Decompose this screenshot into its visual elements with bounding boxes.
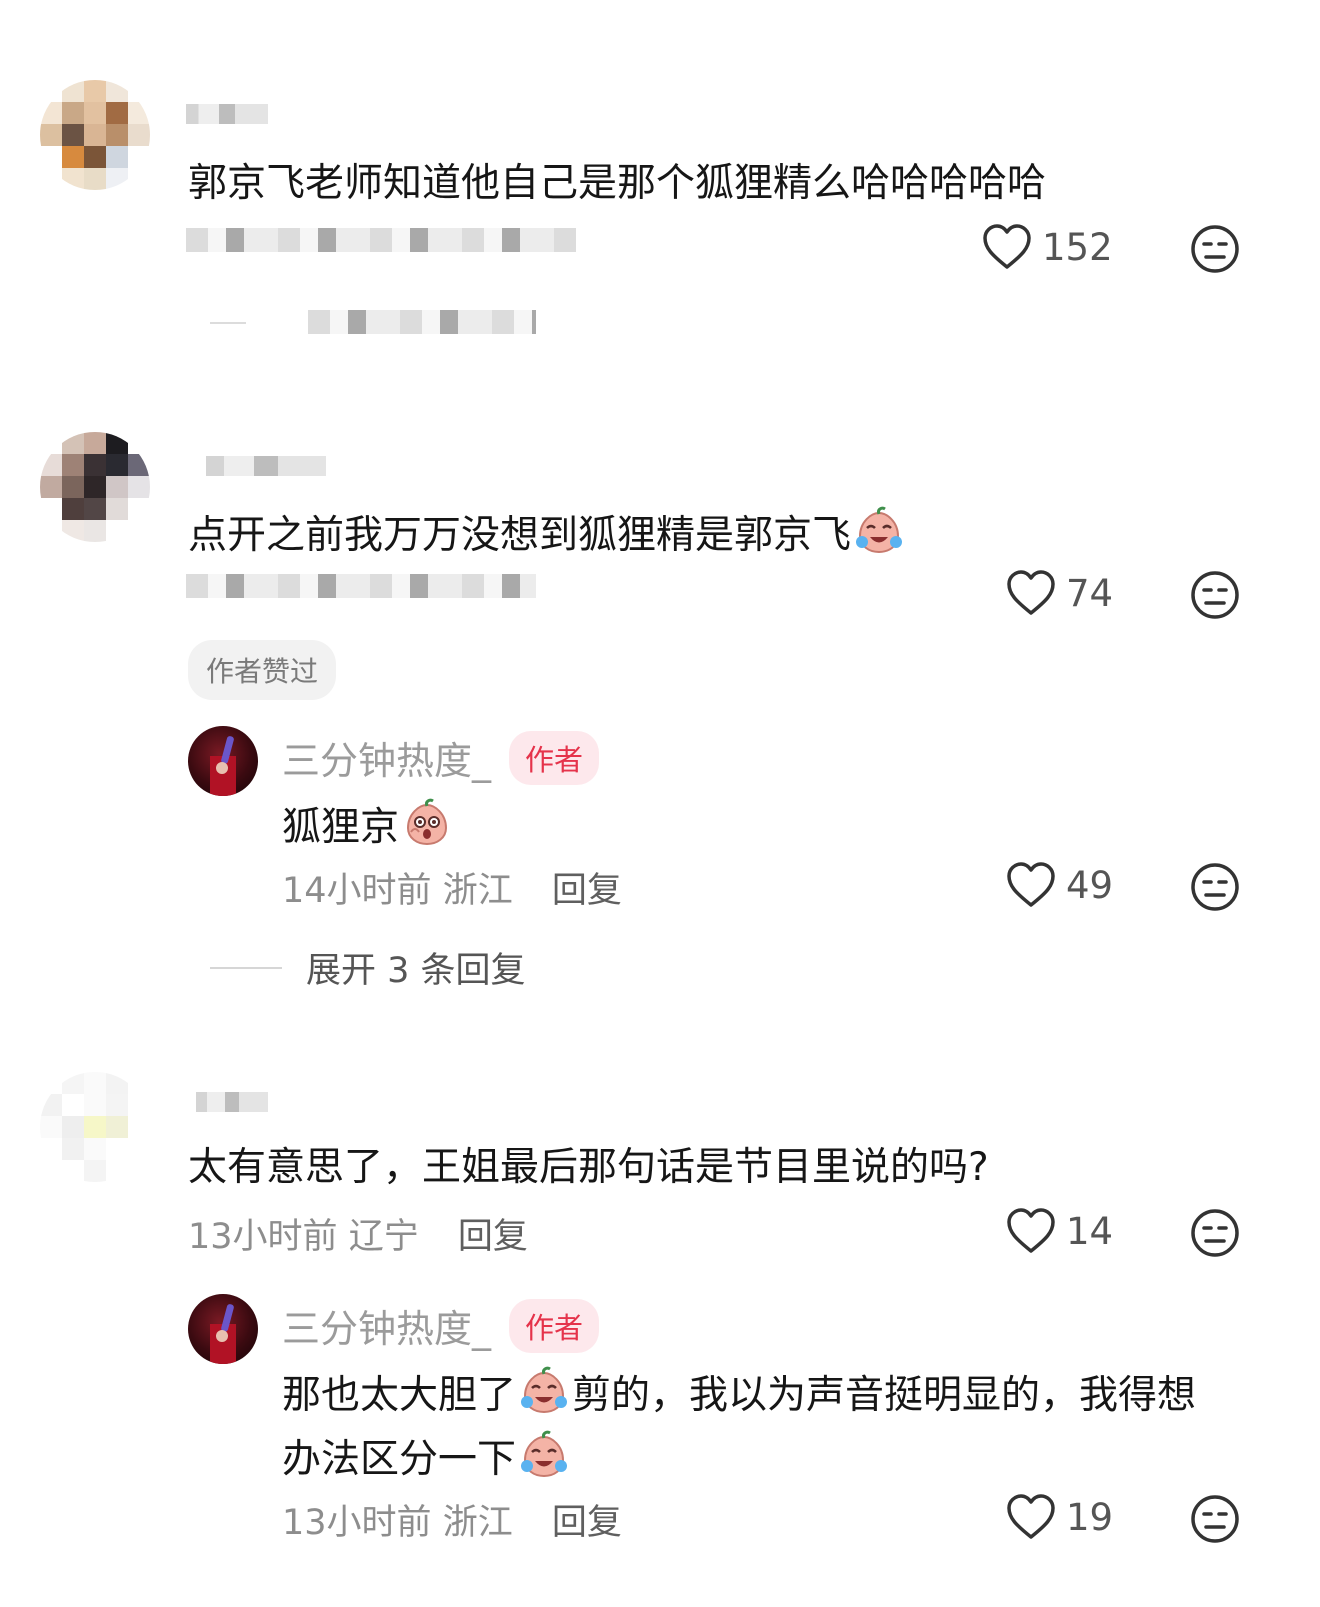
commenter-avatar-blurred[interactable] <box>40 432 150 542</box>
reply-meta: 13小时前 浙江 回复 <box>282 1494 622 1545</box>
like-count: 19 <box>1066 1495 1114 1539</box>
expand-replies-label: 展开 3 条回复 <box>306 951 526 991</box>
heart-outline-icon <box>983 224 1031 269</box>
author-name[interactable]: 三分钟热度_ <box>282 730 491 785</box>
author-avatar[interactable] <box>188 726 258 796</box>
dislike-button[interactable] <box>1190 224 1240 278</box>
reply-text-line-2: 办法区分一下 <box>282 1430 572 1484</box>
neutral-face-icon <box>1191 571 1239 619</box>
like-count: 14 <box>1066 1209 1114 1253</box>
author-name[interactable]: 三分钟热度_ <box>282 1298 491 1353</box>
reply-meta: 14小时前 浙江 回复 <box>282 862 622 913</box>
reply-time: 14小时前 <box>282 871 432 911</box>
expand-line <box>210 966 282 969</box>
crying-laughing-peach-emoji <box>856 506 903 554</box>
reply-header: 三分钟热度_ 作者 <box>282 730 600 785</box>
author-avatar[interactable] <box>188 1294 258 1364</box>
reply-text-part: 办法区分一下 <box>282 1437 517 1482</box>
neutral-face-icon <box>1191 225 1239 273</box>
comment-text-content: 点开之前我万万没想到狐狸精是郭京飞 <box>188 513 852 558</box>
like-button[interactable]: 152 <box>982 224 1113 270</box>
shocked-peach-emoji <box>407 798 448 846</box>
comment-meta-blurred <box>186 228 576 252</box>
expand-replies-button[interactable]: 展开 3 条回复 <box>210 942 526 993</box>
crying-laughing-peach-emoji <box>521 1430 568 1478</box>
dislike-button[interactable] <box>1190 1208 1240 1262</box>
crying-laughing-peach-emoji <box>521 1366 568 1414</box>
author-badge: 作者 <box>509 730 600 785</box>
reply-location: 浙江 <box>442 1503 513 1543</box>
dislike-button[interactable] <box>1190 570 1240 624</box>
commenter-name-blurred[interactable] <box>186 104 268 124</box>
microphone-figure-avatar-icon <box>210 736 236 796</box>
commenter-avatar-blurred[interactable] <box>40 80 150 190</box>
expand-line <box>210 322 246 324</box>
like-count: 152 <box>1042 225 1113 269</box>
comment-text: 太有意思了，王姐最后那句话是节目里说的吗? <box>188 1145 989 1190</box>
like-button[interactable]: 19 <box>1006 1494 1113 1540</box>
heart-outline-icon <box>1007 1208 1055 1253</box>
like-button[interactable]: 14 <box>1006 1208 1113 1254</box>
reply-location: 浙江 <box>442 871 513 911</box>
comment-text: 郭京飞老师知道他自己是那个狐狸精么哈哈哈哈哈 <box>188 161 1047 206</box>
heart-outline-icon <box>1007 862 1055 907</box>
like-count: 49 <box>1066 863 1114 907</box>
reply-text: 狐狸京 <box>282 798 455 852</box>
neutral-face-icon <box>1191 863 1239 911</box>
reply-text-part: 那也太大胆了 <box>282 1373 517 1418</box>
commenter-name-blurred[interactable] <box>206 456 326 476</box>
comment-text: 点开之前我万万没想到狐狸精是郭京飞 <box>188 506 907 560</box>
heart-outline-icon <box>1007 570 1055 615</box>
heart-outline-icon <box>1007 1494 1055 1539</box>
reply-text-part: 剪的，我以为声音挺明显的，我得想 <box>572 1373 1197 1418</box>
like-button[interactable]: 49 <box>1006 862 1113 908</box>
dislike-button[interactable] <box>1190 1494 1240 1548</box>
author-badge: 作者 <box>509 1298 600 1353</box>
reply-button[interactable]: 回复 <box>552 1503 622 1543</box>
reply-header: 三分钟热度_ 作者 <box>282 1298 600 1353</box>
commenter-avatar-blurred[interactable] <box>40 1072 150 1182</box>
reply-button[interactable]: 回复 <box>552 871 622 911</box>
author-liked-badge: 作者赞过 <box>188 640 337 700</box>
comment-location: 辽宁 <box>348 1217 419 1257</box>
comment-time: 13小时前 <box>188 1217 338 1257</box>
reply-time: 13小时前 <box>282 1503 432 1543</box>
commenter-name-blurred[interactable] <box>196 1092 268 1112</box>
dislike-button[interactable] <box>1190 862 1240 916</box>
reply-text-content: 狐狸京 <box>282 805 400 850</box>
microphone-figure-avatar-icon <box>210 1304 236 1364</box>
comment-meta-blurred <box>186 574 536 598</box>
reply-text-line-1: 那也太大胆了 剪的，我以为声音挺明显的，我得想 <box>282 1366 1196 1420</box>
like-count: 74 <box>1066 571 1114 615</box>
expand-replies-blurred[interactable] <box>308 310 536 334</box>
neutral-face-icon <box>1191 1495 1239 1543</box>
like-button[interactable]: 74 <box>1006 570 1113 616</box>
neutral-face-icon <box>1191 1209 1239 1257</box>
comment-meta: 13小时前 辽宁 回复 <box>188 1208 528 1259</box>
reply-button[interactable]: 回复 <box>458 1217 528 1257</box>
